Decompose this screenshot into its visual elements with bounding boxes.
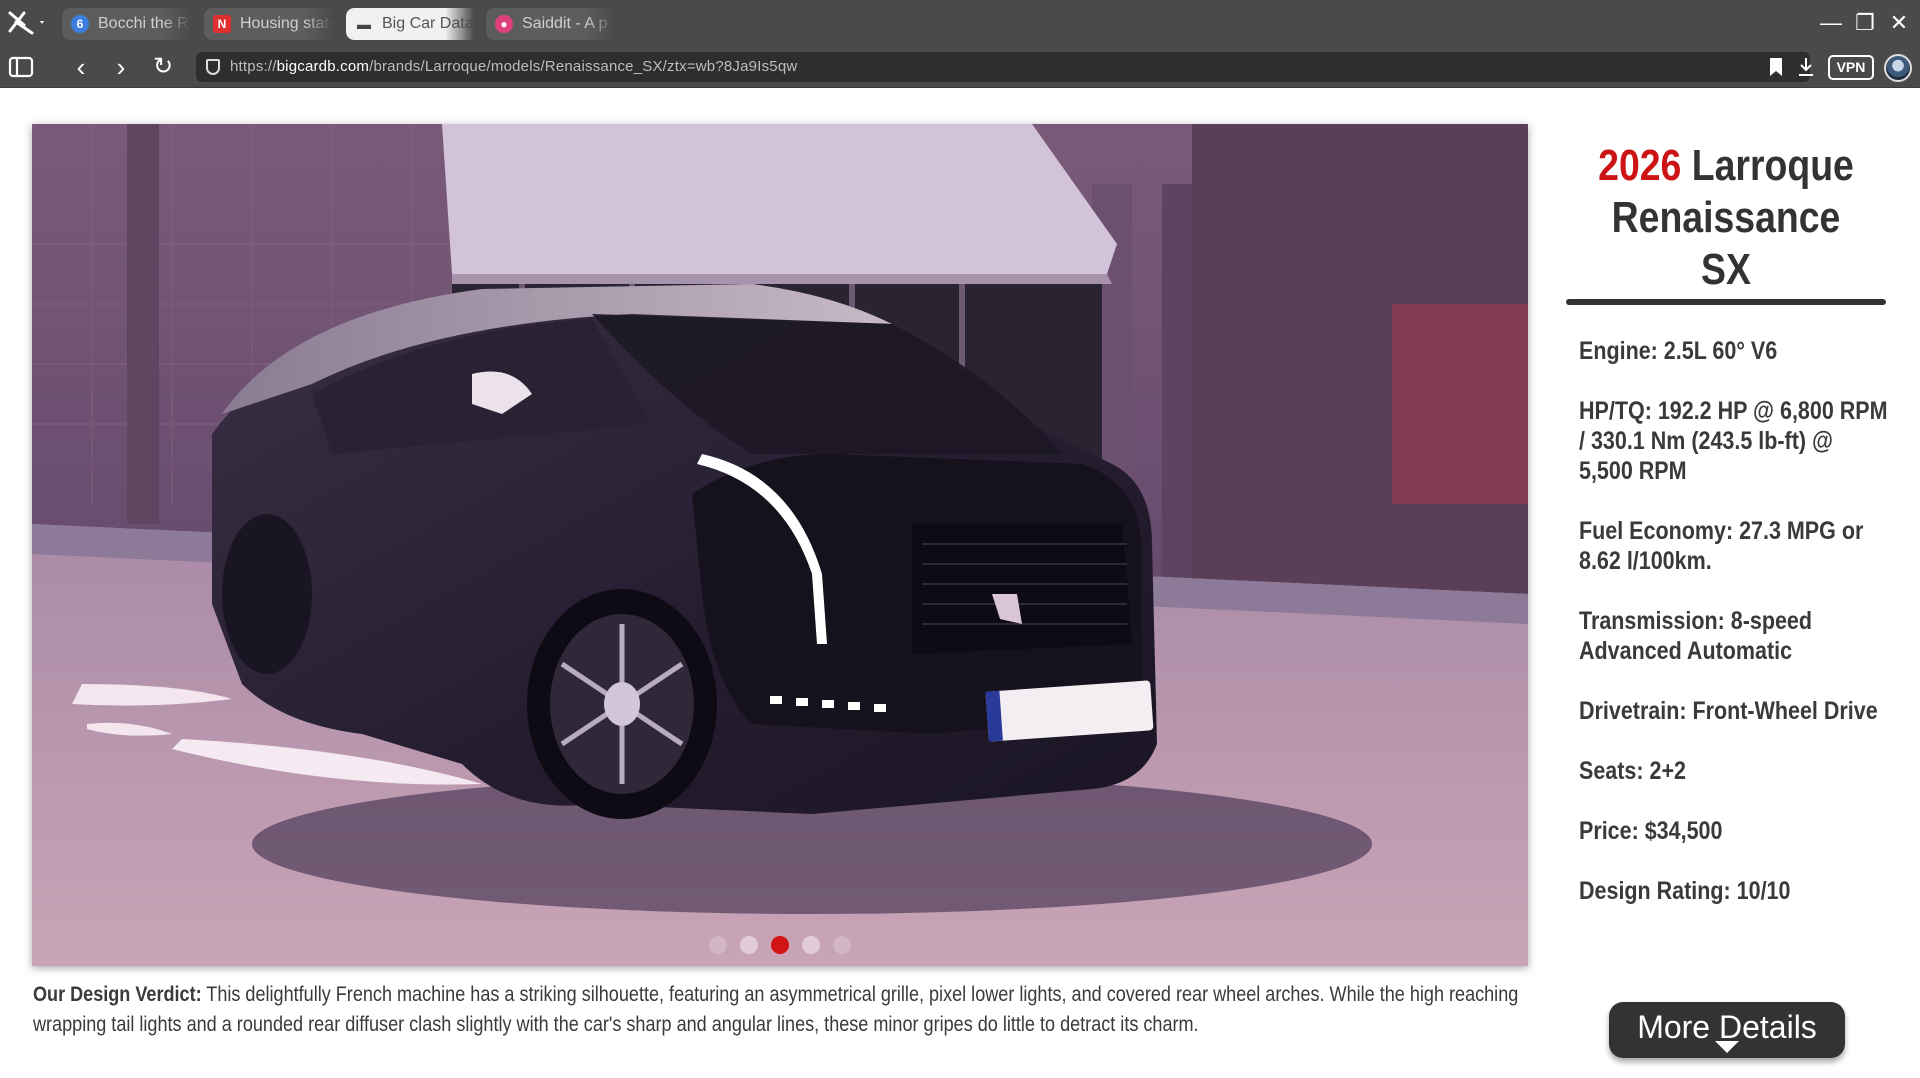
restore-icon[interactable]: ❐ — [1854, 10, 1876, 36]
tab-label: Bocchi the R — [98, 15, 189, 32]
verdict-text: This delightfully French machine has a s… — [33, 983, 1519, 1036]
spec-fuel-economy: Fuel Economy: 27.3 MPG or 8.62 l/100km. — [1579, 517, 1864, 575]
car-title: 2026 Larroque Renaissance SX — [1590, 140, 1862, 296]
spec-engine: Engine: 2.5L 60° V6 — [1579, 337, 1778, 365]
carousel-dot[interactable] — [740, 936, 758, 954]
browser-menu-icon[interactable] — [6, 9, 46, 37]
car-info-panel: 2026 Larroque Renaissance SX — [1566, 140, 1886, 296]
car-icon: ▬ — [357, 16, 371, 32]
spec-design-rating: Design Rating: 10/10 — [1579, 877, 1791, 905]
design-verdict: Our Design Verdict: This delightfully Fr… — [33, 980, 1529, 1040]
forward-icon[interactable]: › — [106, 52, 136, 82]
more-details-button[interactable]: More Details — [1609, 1002, 1845, 1058]
more-details-label: More Details — [1637, 1009, 1817, 1045]
carousel-dot[interactable] — [802, 936, 820, 954]
tab-housing[interactable]: N Housing stats — [204, 8, 338, 40]
spec-price: Price: $34,500 — [1579, 817, 1723, 845]
url-text[interactable]: https://bigcardb.com/brands/Larroque/mod… — [230, 52, 797, 82]
reddit-alien-icon: ● — [495, 15, 513, 33]
carousel-dot[interactable] — [833, 936, 851, 954]
tab-bocchi[interactable]: 6 Bocchi the R — [62, 8, 196, 40]
carousel-dot[interactable] — [709, 936, 727, 954]
spec-hp-tq: HP/TQ: 192.2 HP @ 6,800 RPM / 330.1 Nm (… — [1579, 397, 1888, 485]
carousel-dots — [32, 936, 1528, 954]
tab-saiddit[interactable]: ● Saiddit - A p — [486, 8, 620, 40]
window-controls: — ❐ ✕ — [1820, 10, 1910, 36]
tab-label: Big Car Data — [382, 15, 474, 32]
chevron-down-icon — [1715, 1041, 1739, 1053]
tab-favicon-icon: N — [213, 15, 231, 33]
brand-name: Larroque — [1691, 141, 1854, 190]
spec-transmission: Transmission: 8-speed Advanced Automatic — [1579, 607, 1813, 665]
browser-tab-bar: 6 Bocchi the R N Housing stats ▬ Big Car… — [0, 0, 1920, 46]
car-image-carousel[interactable] — [32, 124, 1528, 966]
close-icon[interactable]: ✕ — [1888, 10, 1910, 36]
spec-seats: Seats: 2+2 — [1579, 757, 1686, 785]
download-icon[interactable] — [1794, 52, 1818, 82]
title-divider — [1566, 299, 1886, 305]
tab-favicon-icon: 6 — [71, 15, 89, 33]
reload-icon[interactable]: ↻ — [148, 52, 178, 82]
tab-label: Housing stats — [240, 15, 337, 32]
spec-list: Engine: 2.5L 60° V6 HP/TQ: 192.2 HP @ 6,… — [1579, 336, 1889, 936]
minimize-icon[interactable]: — — [1820, 10, 1842, 36]
model-name: Renaissance SX — [1611, 193, 1841, 294]
verdict-label: Our Design Verdict: — [33, 983, 202, 1006]
vpn-button[interactable]: VPN — [1828, 55, 1874, 80]
back-icon[interactable]: ‹ — [66, 52, 96, 82]
shield-icon[interactable] — [206, 59, 220, 75]
model-year: 2026 — [1598, 141, 1682, 190]
address-bar[interactable]: https://bigcardb.com/brands/Larroque/mod… — [196, 52, 1810, 82]
browser-nav-bar: ‹ › ↻ https://bigcardb.com/brands/Larroq… — [0, 46, 1920, 88]
bookmark-icon[interactable] — [1766, 52, 1786, 82]
carousel-dot-active[interactable] — [771, 936, 789, 954]
spec-drivetrain: Drivetrain: Front-Wheel Drive — [1579, 697, 1878, 725]
profile-avatar[interactable] — [1884, 54, 1912, 82]
car-photo — [32, 124, 1528, 966]
tab-big-car-data[interactable]: ▬ Big Car Data — [346, 8, 478, 40]
tab-label: Saiddit - A p — [522, 15, 608, 32]
sidebar-toggle-icon[interactable] — [6, 52, 36, 82]
